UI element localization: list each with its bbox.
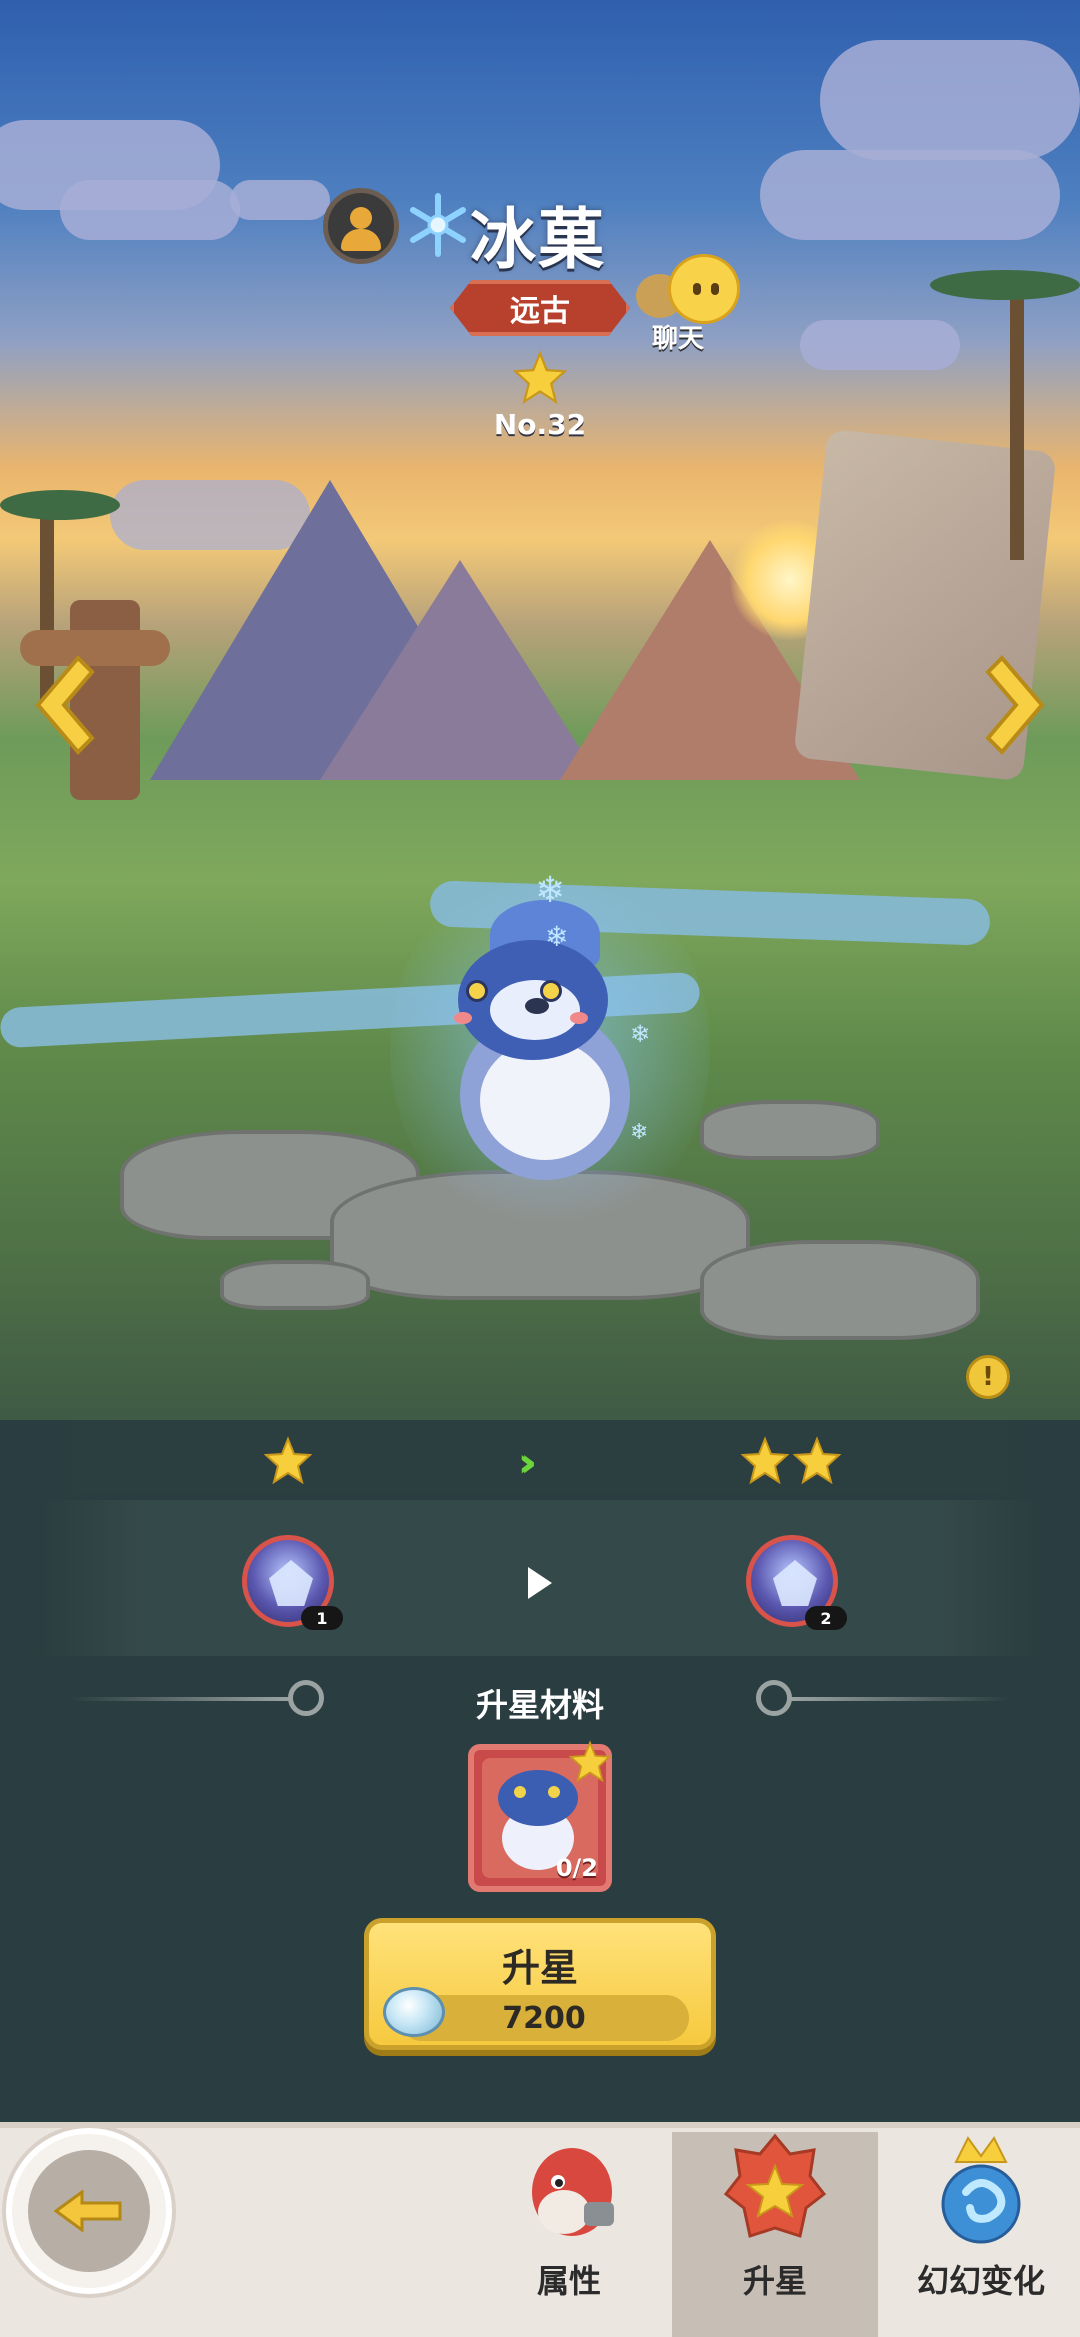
cloud <box>230 180 330 220</box>
rarity-badge: 远古 <box>450 280 630 336</box>
cloud <box>820 40 1080 160</box>
crystal-icon <box>269 1560 313 1606</box>
upgrade-star-button[interactable]: 升星 7200 <box>364 1918 716 2050</box>
snowflake-particle-icon: ❄ <box>545 920 569 953</box>
pet-name: 冰菓 <box>470 201 606 278</box>
star-badge-icon <box>568 1740 612 1783</box>
snowflake-particle-icon: ❄ <box>535 870 566 911</box>
pet-number: No.32 <box>493 408 587 441</box>
skill-level-badge: 2 <box>805 1606 847 1630</box>
current-skill-icon[interactable]: 1 <box>242 1535 343 1630</box>
previous-pet-arrow-icon[interactable] <box>26 650 102 760</box>
skill-level-badge: 1 <box>301 1606 343 1630</box>
mountain <box>320 560 600 780</box>
swirl-crown-icon <box>941 2136 1021 2244</box>
crystal-icon <box>773 1560 817 1606</box>
flat-stone <box>700 1100 880 1160</box>
current-star-icon <box>263 1436 313 1485</box>
star-icon <box>512 350 568 404</box>
cloud <box>800 320 960 370</box>
chat-label: 聊天 <box>652 324 705 354</box>
flat-stone <box>220 1260 370 1310</box>
user-avatar-icon[interactable] <box>323 188 399 264</box>
star-badge-icon <box>723 2133 827 2238</box>
palm-leaf <box>930 270 1080 300</box>
back-button[interactable] <box>6 2128 172 2294</box>
back-arrow-icon <box>54 2190 122 2232</box>
next-star-icon <box>792 1436 842 1485</box>
dinosaur-icon <box>532 2148 614 2236</box>
materials-title: 升星材料 <box>475 1686 604 1724</box>
cloud <box>60 180 240 240</box>
tab-label: 属性 <box>536 2262 601 2300</box>
cloud <box>760 150 1060 240</box>
chat-button[interactable]: 聊天 <box>632 252 752 354</box>
upgrade-button-label: 升星 <box>501 1946 578 1990</box>
material-count: 0/2 <box>555 1854 598 1882</box>
play-arrow-icon <box>528 1567 552 1599</box>
flat-stone <box>700 1240 980 1340</box>
chevron-right-double-icon: ›› <box>518 1440 537 1486</box>
shell-gem-icon <box>383 1987 445 2037</box>
tab-transformation[interactable]: 幻幻变化 <box>878 2132 1080 2337</box>
tab-attributes[interactable]: 属性 <box>466 2132 672 2337</box>
info-icon[interactable]: ! <box>966 1355 1010 1399</box>
star-tier-bar <box>40 1420 1040 1494</box>
divider-line <box>790 1697 1010 1701</box>
snowflake-icon <box>410 193 466 257</box>
snowflake-particle-icon: ❄ <box>630 1120 649 1145</box>
swirl-ornament-icon <box>756 1680 792 1716</box>
tab-label: 升星 <box>742 2262 807 2300</box>
snowflake-particle-icon: ❄ <box>630 1020 651 1048</box>
tab-star-upgrade[interactable]: 升星 <box>672 2132 878 2337</box>
palm-leaf <box>0 490 120 520</box>
tab-label: 幻幻变化 <box>916 2262 1045 2300</box>
next-pet-arrow-icon[interactable] <box>978 650 1054 760</box>
smiley-icon <box>668 254 740 324</box>
next-star-icon <box>740 1436 790 1485</box>
next-skill-icon[interactable]: 2 <box>746 1535 847 1630</box>
